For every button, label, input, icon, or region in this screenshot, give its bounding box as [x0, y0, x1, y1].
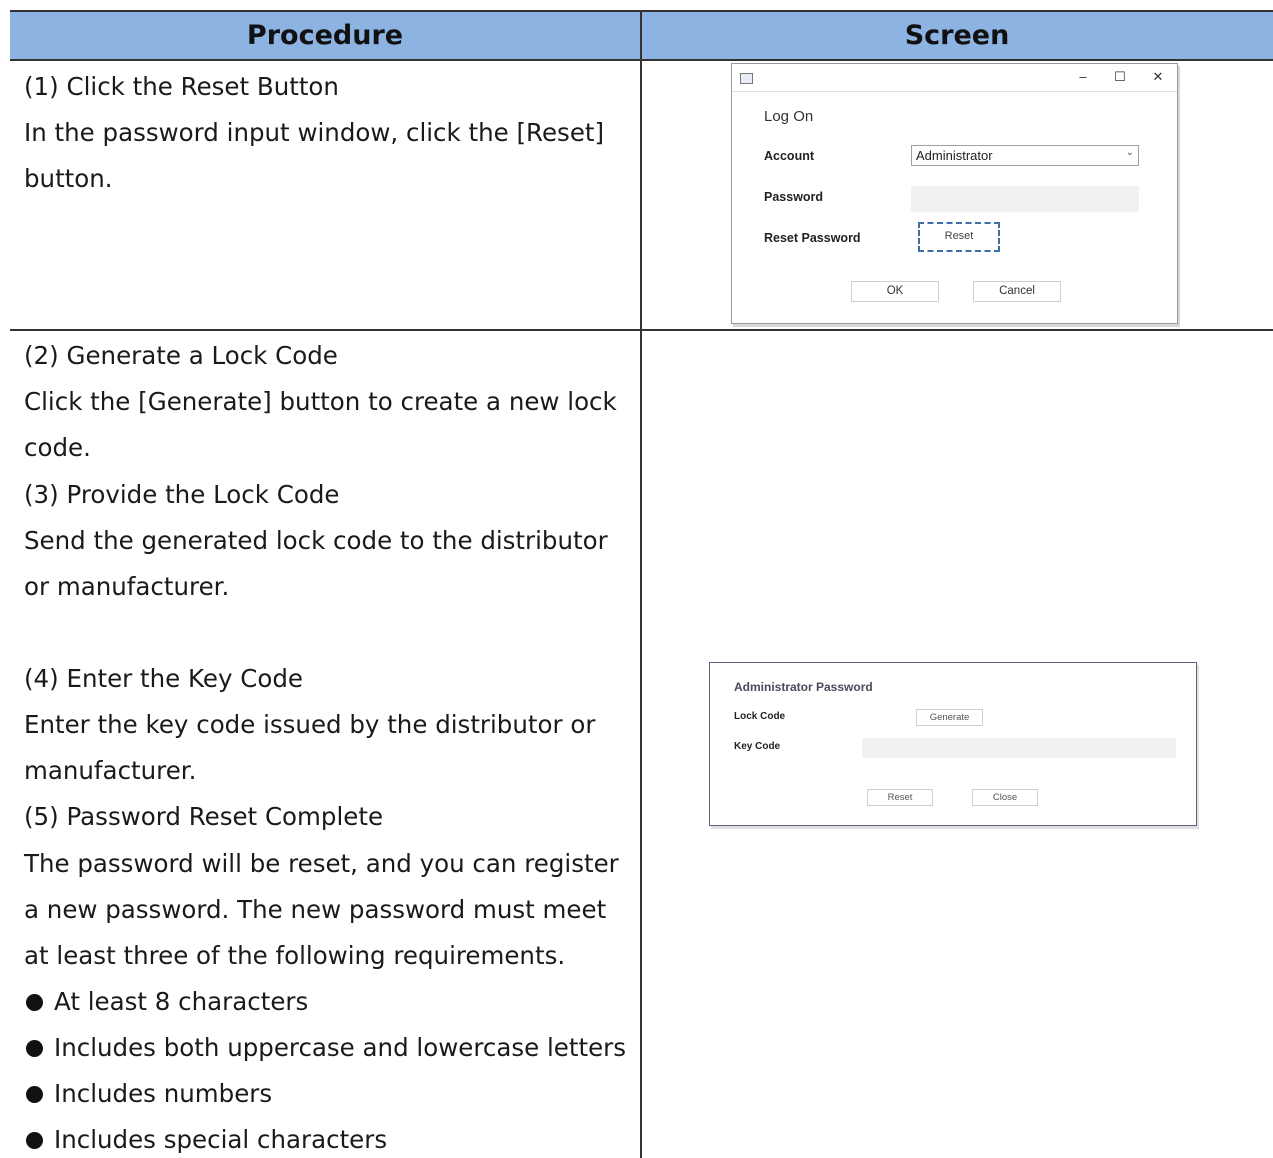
lock-code-label: Lock Code	[734, 711, 786, 722]
titlebar-divider	[732, 91, 1177, 92]
step-1-text: In the password input window, click the …	[24, 118, 605, 147]
requirement-item: Includes special characters	[54, 1125, 388, 1154]
ok-button[interactable]: OK	[851, 281, 939, 302]
row-divider	[10, 329, 1273, 331]
step-4-text: Enter the key code issued by the distrib…	[24, 710, 596, 739]
step-3-text: or manufacturer.	[24, 572, 230, 601]
bullet-dot	[26, 1086, 43, 1103]
requirement-item: Includes both uppercase and lowercase le…	[54, 1033, 626, 1062]
step-5-title: (5) Password Reset Complete	[24, 802, 384, 831]
step-5-text: at least three of the following requirem…	[24, 941, 566, 970]
reset-button[interactable]: Reset	[867, 789, 933, 806]
procedure-table: Procedure Screen (1) Click the Reset But…	[0, 0, 1273, 1158]
cancel-button[interactable]: Cancel	[973, 281, 1061, 302]
step-5-text: a new password. The new password must me…	[24, 895, 607, 924]
dialog-titlebar: – ☐ ✕	[732, 64, 1177, 92]
reset-highlight[interactable]: Reset	[918, 222, 1000, 252]
step-5-text: The password will be reset, and you can …	[24, 849, 619, 878]
chevron-down-icon: ⌄	[1125, 147, 1134, 158]
step-4-title: (4) Enter the Key Code	[24, 664, 303, 693]
step-4-text: manufacturer.	[24, 756, 197, 785]
dialog-title: Log On	[764, 108, 814, 125]
account-label: Account	[764, 149, 814, 163]
step-3-title: (3) Provide the Lock Code	[24, 480, 340, 509]
reset-button[interactable]: Reset	[920, 230, 998, 242]
reset-password-label: Reset Password	[764, 231, 861, 245]
bullet-dot	[26, 1132, 43, 1149]
logon-dialog: – ☐ ✕ Log On Account Administrator ⌄ Pas…	[731, 63, 1178, 324]
column-divider	[640, 10, 642, 1158]
requirement-item: Includes numbers	[54, 1079, 273, 1108]
account-value: Administrator	[916, 148, 993, 163]
close-button[interactable]: Close	[972, 789, 1038, 806]
password-field[interactable]	[911, 186, 1139, 212]
key-code-label: Key Code	[734, 741, 781, 752]
step-2-text: code.	[24, 433, 91, 462]
minimize-icon[interactable]: –	[1075, 68, 1091, 86]
password-label: Password	[764, 190, 824, 204]
step-2-text: Click the [Generate] button to create a …	[24, 387, 617, 416]
step-2-title: (2) Generate a Lock Code	[24, 341, 338, 370]
requirement-item: At least 8 characters	[54, 987, 309, 1016]
close-icon[interactable]: ✕	[1150, 68, 1166, 86]
generate-button[interactable]: Generate	[916, 709, 983, 726]
bullet-dot	[26, 1040, 43, 1057]
step-1-title: (1) Click the Reset Button	[24, 72, 339, 101]
step-1-text: button.	[24, 164, 113, 193]
dialog-title: Administrator Password	[734, 680, 873, 694]
bullet-dot	[26, 994, 43, 1011]
account-select[interactable]: Administrator ⌄	[911, 145, 1139, 166]
step-3-text: Send the generated lock code to the dist…	[24, 526, 608, 555]
header-procedure: Procedure	[246, 20, 404, 51]
header-screen: Screen	[904, 20, 1010, 51]
key-code-field[interactable]	[862, 738, 1176, 758]
app-icon	[740, 73, 753, 84]
maximize-icon[interactable]: ☐	[1112, 68, 1128, 86]
admin-password-dialog: Administrator Password Lock Code Generat…	[709, 662, 1197, 826]
